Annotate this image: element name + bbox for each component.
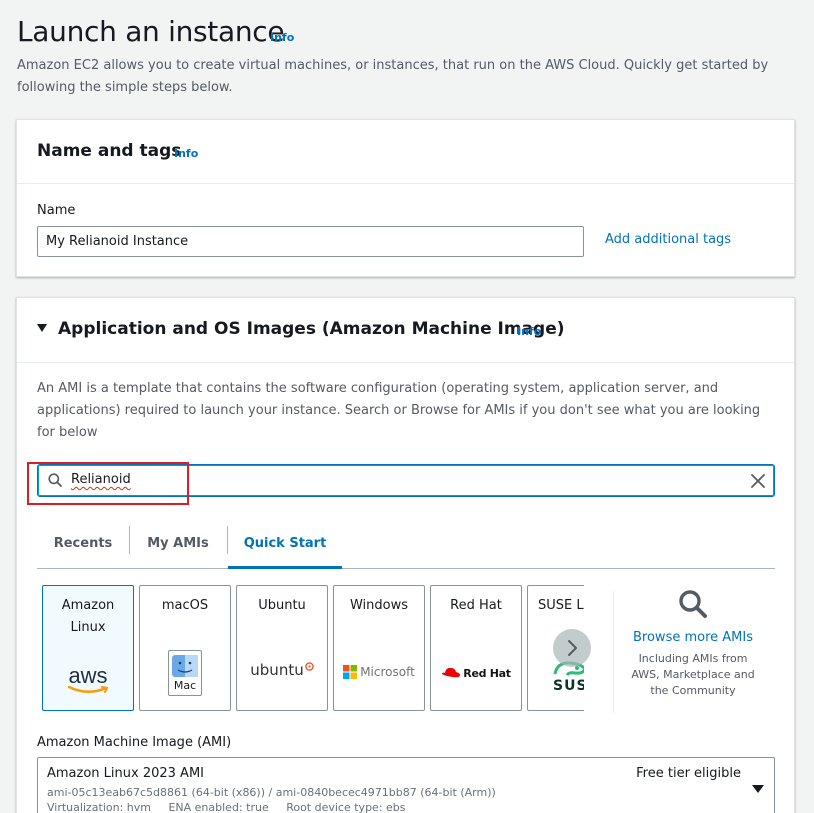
collapse-caret-icon[interactable] bbox=[37, 324, 47, 332]
chevron-right-icon bbox=[568, 640, 577, 656]
free-tier-badge: Free tier eligible bbox=[636, 766, 741, 781]
tab-quick-start[interactable]: Quick Start bbox=[228, 523, 342, 569]
ami-info-link[interactable]: Info bbox=[517, 325, 541, 338]
name-and-tags-panel: Name and tags Info Name My Relianoid Ins… bbox=[16, 119, 795, 277]
os-card-red-hat[interactable]: Red Hat Red Hat bbox=[430, 585, 522, 711]
name-and-tags-info-link[interactable]: Info bbox=[174, 147, 198, 160]
ami-tabs: Recents My AMIs Quick Start bbox=[37, 523, 775, 569]
browse-more-amis-link[interactable]: Browse more AMIs bbox=[623, 630, 763, 645]
os-card-strip: Amazon Linux aws macOS Mac Ubuntu ubuntu… bbox=[42, 585, 584, 712]
os-card-label: Amazon Linux bbox=[61, 598, 115, 635]
ami-panel: Application and OS Images (Amazon Machin… bbox=[16, 297, 795, 813]
ami-select-label: Amazon Machine Image (AMI) bbox=[37, 735, 232, 750]
ami-selected-ids: ami-05c13eab67c5d8861 (64-bit (x86)) / a… bbox=[47, 786, 496, 799]
os-card-label: Red Hat bbox=[450, 598, 502, 613]
os-card-ubuntu[interactable]: Ubuntu ubuntu bbox=[236, 585, 328, 711]
name-field-label: Name bbox=[37, 203, 76, 218]
page-description: Amazon EC2 allows you to create virtual … bbox=[17, 58, 769, 95]
search-large-icon bbox=[679, 590, 707, 618]
os-card-amazon-linux[interactable]: Amazon Linux aws bbox=[42, 585, 134, 711]
ami-description: An AMI is a template that contains the s… bbox=[37, 381, 761, 440]
search-highlight-annotation bbox=[27, 462, 189, 505]
ami-select-dropdown[interactable]: Amazon Linux 2023 AMI ami-05c13eab67c5d8… bbox=[37, 757, 775, 813]
add-additional-tags-link[interactable]: Add additional tags bbox=[605, 232, 731, 247]
aws-logo-icon: aws bbox=[43, 665, 133, 694]
browse-more-amis-block[interactable]: Browse more AMIs Including AMIs from AWS… bbox=[623, 588, 763, 699]
red-hat-logo-icon: Red Hat bbox=[431, 666, 521, 680]
os-card-label: macOS bbox=[161, 598, 209, 613]
scroll-next-button[interactable] bbox=[553, 629, 591, 667]
page-info-link[interactable]: Info bbox=[270, 31, 294, 44]
ami-selected-meta: Virtualization: hvm ENA enabled: true Ro… bbox=[47, 801, 406, 813]
ami-selected-name: Amazon Linux 2023 AMI bbox=[47, 766, 204, 781]
os-card-windows[interactable]: Windows Microsoft bbox=[333, 585, 425, 711]
browse-more-amis-description: Including AMIs from AWS, Marketplace and… bbox=[631, 652, 755, 697]
os-card-macos[interactable]: macOS Mac bbox=[139, 585, 231, 711]
tab-recents[interactable]: Recents bbox=[37, 523, 129, 569]
caret-down-icon bbox=[752, 785, 764, 793]
browse-divider bbox=[613, 591, 614, 713]
ubuntu-logo-icon: ubuntu bbox=[237, 661, 327, 679]
name-and-tags-header: Name and tags Info bbox=[17, 120, 794, 184]
microsoft-logo-icon: Microsoft bbox=[334, 665, 424, 679]
os-card-label: Windows bbox=[349, 598, 409, 613]
os-card-label: SUSE Li bbox=[538, 598, 584, 613]
ami-panel-header[interactable]: Application and OS Images (Amazon Machin… bbox=[17, 298, 794, 363]
name-and-tags-title: Name and tags bbox=[37, 141, 182, 161]
os-card-label: Ubuntu bbox=[258, 598, 306, 613]
clear-search-icon[interactable] bbox=[750, 473, 766, 489]
ami-panel-title: Application and OS Images (Amazon Machin… bbox=[58, 319, 565, 339]
name-input[interactable]: My Relianoid Instance bbox=[37, 226, 584, 257]
page-title: Launch an instance bbox=[17, 15, 285, 48]
mac-finder-icon: Mac bbox=[140, 650, 230, 696]
tab-my-amis[interactable]: My AMIs bbox=[129, 523, 227, 569]
